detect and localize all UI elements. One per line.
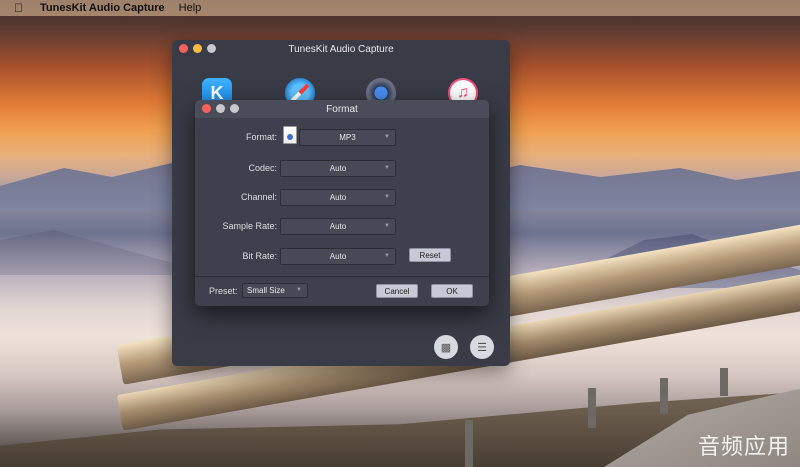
chevron-down-icon: ▼ [384,252,390,259]
format-select[interactable]: MP3 ▼ [299,128,396,146]
guardrail-post [720,368,728,396]
preset-value: Small Size [247,286,285,295]
reset-button[interactable]: Reset [409,248,451,262]
codec-value: Auto [329,163,347,173]
close-window-button[interactable] [179,44,188,53]
dialog-divider [195,276,489,277]
format-value: MP3 [339,132,356,142]
chevron-down-icon: ▼ [384,193,390,200]
mp3-file-icon [283,126,297,144]
guardrail-post [465,420,473,467]
bit-rate-value: Auto [329,251,347,261]
sample-rate-select[interactable]: Auto ▼ [280,217,396,235]
menu-bar:  TunesKit Audio Capture Help [0,0,800,16]
codec-select[interactable]: Auto ▼ [280,159,396,177]
capture-list-icon[interactable]: ☰ [470,335,494,359]
watermark-text: 音频应用 [697,434,790,459]
menu-app-name[interactable]: TunesKit Audio Capture [40,2,165,14]
window-controls [179,44,216,53]
sample-rate-row: Sample Rate: Auto ▼ [195,216,489,236]
channel-select[interactable]: Auto ▼ [280,188,396,206]
codec-label: Codec: [248,163,277,173]
zoom-dialog-button[interactable] [230,104,239,113]
preset-label: Preset: [209,286,238,296]
minimize-dialog-button[interactable] [216,104,225,113]
channel-value: Auto [329,192,347,202]
chevron-down-icon: ▼ [384,164,390,171]
menu-help[interactable]: Help [179,2,202,14]
channel-label: Channel: [240,192,277,202]
sample-rate-value: Auto [329,221,347,231]
bit-rate-select[interactable]: Auto ▼ [280,247,396,265]
apple-menu-icon[interactable]:  [14,1,28,15]
sample-rate-label: Sample Rate: [222,221,277,231]
minimize-window-button[interactable] [193,44,202,53]
guardrail-post [660,378,668,414]
codec-row: Codec: Auto ▼ [195,158,489,178]
main-window-titlebar[interactable]: TunesKit Audio Capture [172,40,510,58]
ok-button[interactable]: OK [431,284,473,298]
format-row: Format: MP3 ▼ [195,126,489,147]
format-label: Format: [245,132,277,142]
guardrail-post [588,388,596,428]
format-dialog-title: Format [326,103,358,115]
chevron-down-icon: ▼ [384,222,390,229]
chevron-down-icon: ▼ [384,133,390,140]
bit-rate-label: Bit Rate: [242,251,277,261]
format-dialog: Format Format: MP3 ▼ Codec: Auto ▼ Chann… [195,100,489,306]
dialog-window-controls [202,104,239,113]
channel-row: Channel: Auto ▼ [195,187,489,207]
format-settings-icon[interactable]: ▩ [434,335,458,359]
main-window-title: TunesKit Audio Capture [288,43,394,55]
close-dialog-button[interactable] [202,104,211,113]
preset-select[interactable]: Small Size ▼ [242,283,308,298]
chevron-down-icon: ▼ [296,287,302,293]
cancel-button[interactable]: Cancel [376,284,418,298]
format-dialog-titlebar[interactable]: Format [195,100,489,118]
zoom-window-button[interactable] [207,44,216,53]
